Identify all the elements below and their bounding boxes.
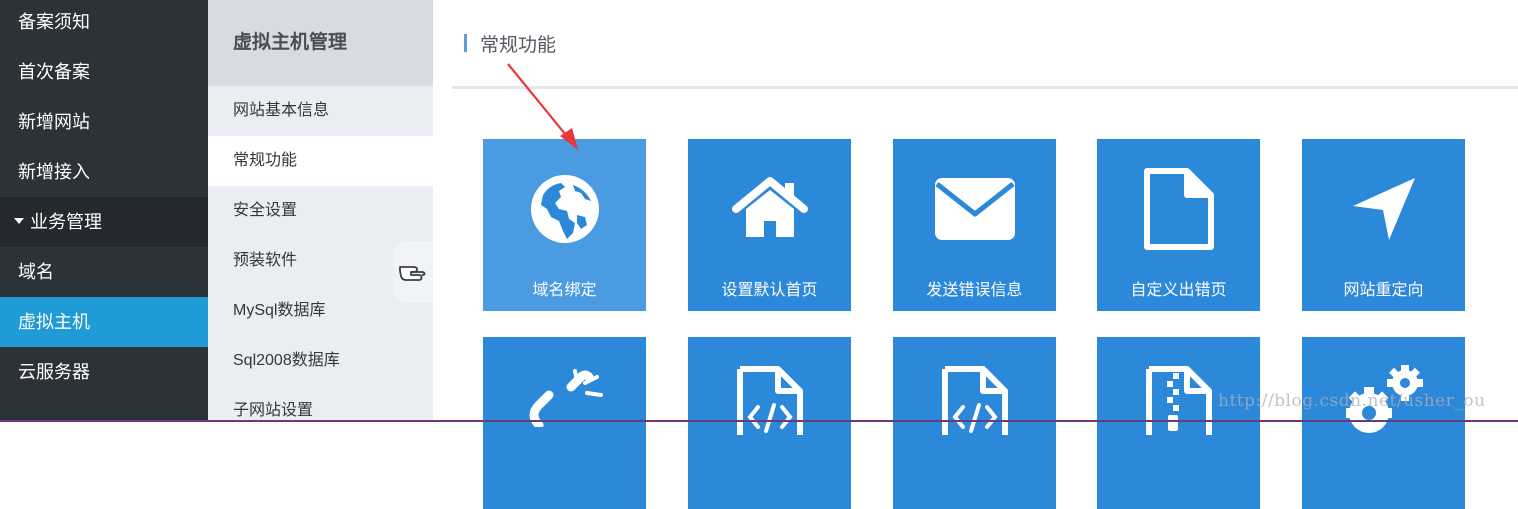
nav-item-label: 新增接入 bbox=[18, 162, 90, 182]
pointing-hand-icon bbox=[399, 266, 426, 281]
nav-item-first-filing[interactable]: 首次备案 bbox=[0, 47, 208, 97]
sidebar-collapse-handle[interactable] bbox=[393, 241, 433, 303]
title-accent-bar bbox=[464, 34, 467, 52]
sub-nav-subsite[interactable]: 子网站设置 bbox=[208, 386, 433, 436]
nav-section-label: 业务管理 bbox=[30, 212, 102, 232]
nav-item-cloud-server[interactable]: 云服务器 bbox=[0, 347, 208, 397]
location-arrow-icon bbox=[1352, 178, 1415, 240]
tile-default-homepage[interactable]: 设置默认首页 bbox=[688, 139, 851, 311]
tile-file-zip[interactable] bbox=[1097, 337, 1260, 509]
nav-item-new-access[interactable]: 新增接入 bbox=[0, 147, 208, 197]
tile-unlink[interactable] bbox=[483, 337, 646, 509]
nav-item-label: 域名 bbox=[18, 262, 54, 282]
file-zip-icon bbox=[1145, 366, 1212, 435]
tile-custom-error-page[interactable]: 自定义出错页 bbox=[1097, 139, 1260, 311]
sub-nav-label: 安全设置 bbox=[233, 202, 298, 219]
nav-item-label: 虚拟主机 bbox=[18, 312, 90, 332]
sub-nav-label: 常规功能 bbox=[233, 152, 298, 169]
file-icon bbox=[1143, 168, 1214, 250]
tile-site-redirect[interactable]: 网站重定向 bbox=[1302, 139, 1465, 311]
sub-nav-site-info[interactable]: 网站基本信息 bbox=[208, 86, 433, 136]
nav-item-label: 云服务器 bbox=[18, 362, 90, 382]
watermark-text: http://blog.csdn.net/usher_ou bbox=[1218, 391, 1486, 411]
unlink-icon bbox=[529, 369, 603, 427]
tile-label: 域名绑定 bbox=[532, 282, 597, 299]
tile-label: 网站重定向 bbox=[1343, 282, 1424, 299]
nav-item-domain[interactable]: 域名 bbox=[0, 247, 208, 297]
sub-nav-security[interactable]: 安全设置 bbox=[208, 186, 433, 236]
left-nav: 备案须知 首次备案 新增网站 新增接入 业务管理 域名 虚拟主机 云服务器 bbox=[0, 0, 208, 422]
tile-settings[interactable] bbox=[1302, 337, 1465, 509]
home-icon bbox=[731, 177, 808, 237]
main-header: 常规功能 bbox=[452, 0, 1518, 88]
section-title: 常规功能 bbox=[480, 35, 557, 56]
nav-item-label: 新增网站 bbox=[18, 112, 90, 132]
sub-nav-sql2008[interactable]: Sql2008数据库 bbox=[208, 336, 433, 386]
caret-down-icon bbox=[14, 218, 24, 225]
tile-domain-binding[interactable]: 域名绑定 bbox=[483, 139, 646, 311]
nav-item-label: 首次备案 bbox=[18, 62, 90, 82]
file-code-icon bbox=[941, 366, 1008, 435]
sub-nav-general-functions[interactable]: 常规功能 bbox=[208, 136, 433, 186]
envelope-icon bbox=[934, 178, 1015, 240]
globe-icon bbox=[530, 175, 599, 243]
sub-nav-label: Sql2008数据库 bbox=[233, 352, 340, 369]
sub-nav-label: 预装软件 bbox=[233, 252, 298, 269]
tile-send-error-info[interactable]: 发送错误信息 bbox=[893, 139, 1056, 311]
sub-nav: 虚拟主机管理 网站基本信息 常规功能 安全设置 预装软件 MySql数据库 Sq… bbox=[208, 0, 433, 422]
nav-item-label: 备案须知 bbox=[18, 12, 90, 32]
tile-label: 自定义出错页 bbox=[1130, 282, 1227, 299]
nav-item-virtual-host[interactable]: 虚拟主机 bbox=[0, 297, 208, 347]
tile-label: 设置默认首页 bbox=[721, 282, 818, 299]
tile-file-code-2[interactable] bbox=[893, 337, 1056, 509]
tile-label: 发送错误信息 bbox=[926, 282, 1023, 299]
annotation-arrow-icon bbox=[507, 63, 578, 150]
sub-nav-label: 子网站设置 bbox=[233, 402, 314, 419]
sub-nav-title: 虚拟主机管理 bbox=[208, 0, 433, 86]
nav-item-filing-notice[interactable]: 备案须知 bbox=[0, 0, 208, 47]
file-code-icon bbox=[736, 366, 803, 435]
sub-nav-label: 网站基本信息 bbox=[233, 102, 330, 119]
tile-file-code-1[interactable] bbox=[688, 337, 851, 509]
sub-nav-label: MySql数据库 bbox=[233, 302, 326, 319]
nav-section-business[interactable]: 业务管理 bbox=[0, 197, 208, 247]
nav-item-new-site[interactable]: 新增网站 bbox=[0, 97, 208, 147]
header-divider bbox=[452, 86, 1518, 89]
